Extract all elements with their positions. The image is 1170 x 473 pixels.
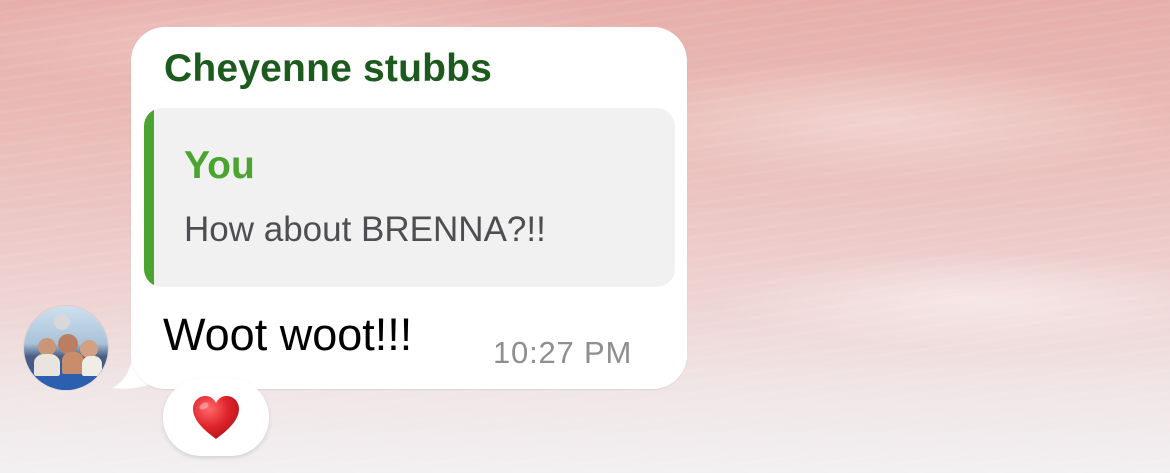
avatar-photo-detail [34,354,60,376]
reply-quote-accent-bar [144,108,154,287]
avatar-photo-detail [54,314,70,330]
sender-name[interactable]: Cheyenne stubbs [164,47,492,91]
red-heart-icon [193,395,239,439]
reply-quote-text: How about BRENNA?!! [184,210,546,249]
avatar-photo-detail [62,352,84,374]
reaction-badge[interactable] [163,379,269,456]
avatar-photo-detail [58,334,78,354]
message-timestamp: 10:27 PM [493,335,633,370]
reply-quote[interactable]: You How about BRENNA?!! [144,108,675,287]
reply-quote-author: You [184,144,255,187]
sender-avatar[interactable] [24,306,108,390]
message-text: Woot woot!!! [163,309,413,360]
avatar-photo-detail [82,356,102,376]
